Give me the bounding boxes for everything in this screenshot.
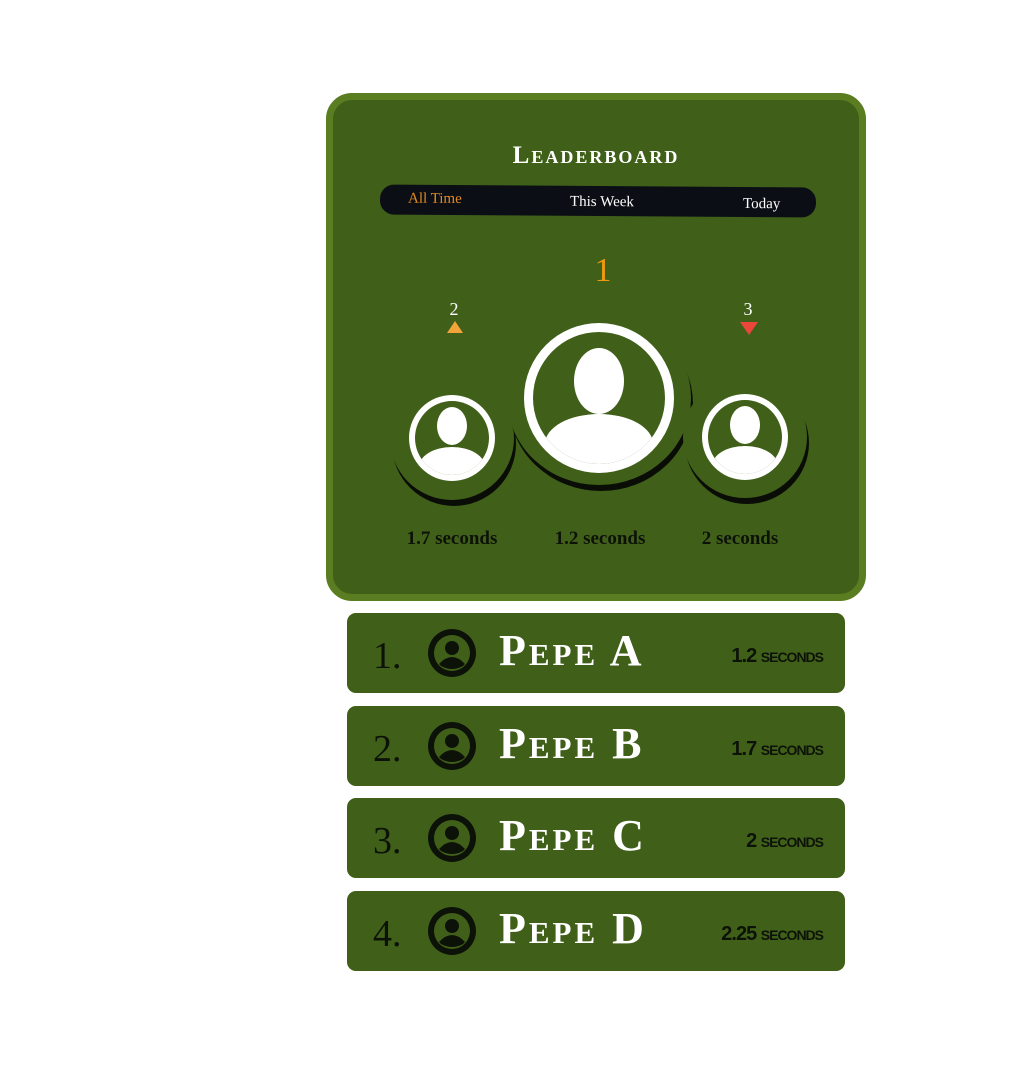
player-name: Pepe C — [499, 811, 647, 860]
row-rank: 3. — [373, 820, 402, 862]
player-time: 2 seconds — [746, 830, 824, 852]
trend-down-icon — [740, 322, 758, 335]
user-avatar-icon — [702, 394, 788, 480]
leaderboard-row[interactable]: 4. Pepe D 2.25 seconds — [347, 891, 845, 971]
podium-rank-first: 1 — [594, 252, 612, 289]
leaderboard-card: Leaderboard All Time This Week Today 2 1… — [326, 93, 866, 601]
tab-all-time[interactable]: All Time — [408, 191, 462, 208]
player-time: 1.2 seconds — [731, 645, 824, 667]
player-name: Pepe D — [499, 904, 647, 953]
podium-rank-second: 2 — [449, 299, 459, 319]
podium-time-second: 1.7 seconds — [406, 528, 498, 549]
tab-this-week[interactable]: This Week — [570, 194, 634, 211]
user-avatar-icon — [524, 323, 674, 473]
trend-up-icon — [447, 321, 463, 333]
player-name: Pepe A — [499, 626, 645, 675]
leaderboard-row[interactable]: 2. Pepe B 1.7 seconds — [347, 706, 845, 786]
podium-rank-third: 3 — [743, 299, 753, 319]
time-filter-tabs: All Time This Week Today — [379, 184, 817, 218]
leaderboard-row[interactable]: 3. Pepe C 2 seconds — [347, 798, 845, 878]
player-time: 1.7 seconds — [731, 738, 824, 760]
leaderboard-row[interactable]: 1. Pepe A 1.2 seconds — [347, 613, 845, 693]
user-avatar-icon — [409, 395, 495, 481]
user-circle-icon — [428, 907, 476, 955]
podium-avatar-third[interactable] — [683, 376, 807, 498]
user-circle-icon — [428, 814, 476, 862]
podium-avatar-second[interactable] — [390, 376, 514, 500]
row-rank: 1. — [373, 635, 402, 677]
player-name: Pepe B — [499, 719, 645, 768]
leaderboard-title: Leaderboard — [512, 142, 680, 169]
row-rank: 2. — [373, 728, 402, 770]
podium-time-third: 2 seconds — [701, 528, 779, 549]
podium-avatar-first[interactable] — [507, 311, 691, 485]
player-time: 2.25 seconds — [721, 923, 824, 945]
user-circle-icon — [428, 722, 476, 770]
podium-time-first: 1.2 seconds — [554, 528, 646, 549]
user-circle-icon — [428, 629, 476, 677]
row-rank: 4. — [373, 913, 402, 955]
tab-today[interactable]: Today — [743, 196, 780, 213]
